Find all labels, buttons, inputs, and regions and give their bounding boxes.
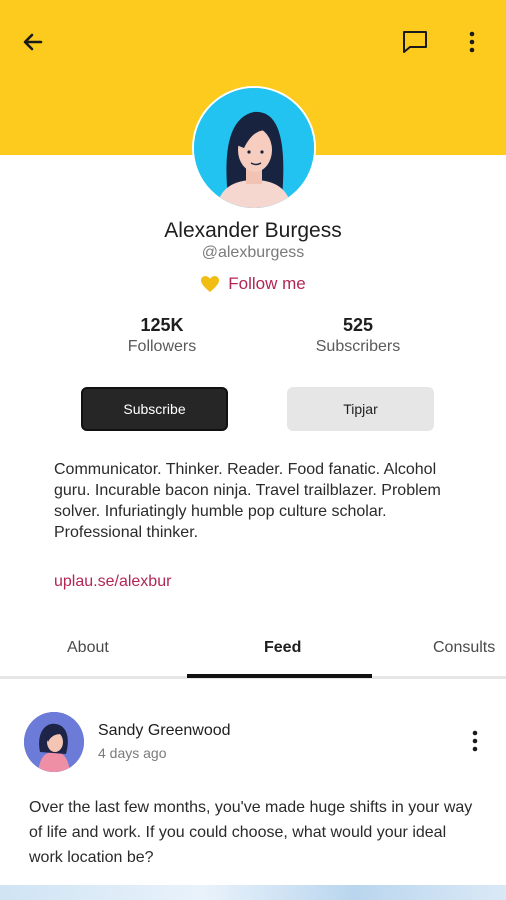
followers-stat[interactable]: 125K Followers	[82, 315, 242, 356]
subscribers-stat[interactable]: 525 Subscribers	[278, 315, 438, 356]
back-button[interactable]	[14, 24, 52, 60]
back-arrow-icon	[23, 33, 43, 51]
chat-button[interactable]	[396, 24, 434, 60]
active-tab-indicator	[187, 674, 372, 678]
post-more-button[interactable]	[462, 726, 488, 756]
profile-link[interactable]: uplau.se/alexbur	[54, 573, 171, 591]
post-avatar-illustration	[24, 712, 84, 772]
more-options-button[interactable]	[456, 24, 488, 60]
more-vertical-icon	[469, 31, 475, 53]
followers-label: Followers	[127, 338, 197, 355]
post-timestamp: 4 days ago	[98, 745, 167, 761]
tipjar-button[interactable]: Tipjar	[287, 387, 434, 431]
post-author-name[interactable]: Sandy Greenwood	[98, 722, 231, 740]
tab-consults[interactable]: Consults	[433, 639, 495, 657]
chat-icon	[403, 31, 427, 53]
post-body: Over the last few months, you've made hu…	[29, 799, 473, 866]
profile-name: Alexander Burgess	[164, 219, 342, 242]
profile-handle: @alexburgess	[201, 244, 305, 261]
subscribers-label: Subscribers	[315, 338, 401, 355]
heart-icon	[201, 276, 220, 292]
profile-bio: Communicator. Thinker. Reader. Food fana…	[54, 461, 441, 541]
post-author-avatar[interactable]	[24, 712, 84, 772]
subscribers-count: 525	[342, 315, 374, 335]
more-vertical-icon	[472, 730, 478, 752]
avatar-illustration	[194, 88, 314, 208]
follow-me-label: Follow me	[228, 274, 306, 293]
profile-tabs: About Feed Consults	[0, 629, 506, 679]
subscribe-button[interactable]: Subscribe	[81, 387, 228, 431]
profile-avatar[interactable]	[192, 86, 316, 210]
post-image[interactable]	[0, 885, 506, 900]
tab-feed[interactable]: Feed	[264, 639, 301, 657]
followers-count: 125K	[140, 315, 184, 335]
follow-me-button[interactable]: Follow me	[0, 274, 506, 294]
tab-about[interactable]: About	[67, 639, 109, 657]
